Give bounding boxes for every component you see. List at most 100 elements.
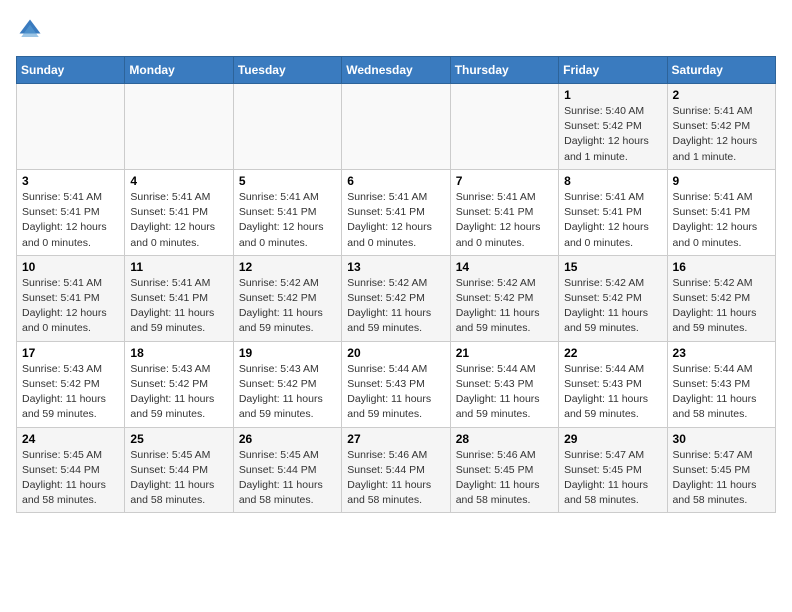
day-info: Sunrise: 5:47 AM Sunset: 5:45 PM Dayligh… <box>564 449 648 507</box>
day-number: 13 <box>347 260 444 274</box>
day-info: Sunrise: 5:43 AM Sunset: 5:42 PM Dayligh… <box>239 363 323 421</box>
col-header-monday: Monday <box>125 57 233 84</box>
calendar-cell: 27 Sunrise: 5:46 AM Sunset: 5:44 PM Dayli… <box>342 427 450 513</box>
day-number: 22 <box>564 346 661 360</box>
calendar-cell: 2Sunrise: 5:41 AM Sunset: 5:42 PM Daylig… <box>667 84 775 170</box>
day-number: 18 <box>130 346 227 360</box>
day-info: Sunrise: 5:41 AM Sunset: 5:41 PM Dayligh… <box>130 191 215 249</box>
calendar-cell: 17 Sunrise: 5:43 AM Sunset: 5:42 PM Dayli… <box>17 341 125 427</box>
calendar-cell: 25 Sunrise: 5:45 AM Sunset: 5:44 PM Dayli… <box>125 427 233 513</box>
calendar-cell: 11 Sunrise: 5:41 AM Sunset: 5:41 PM Dayli… <box>125 255 233 341</box>
calendar-cell: 19Sunrise: 5:43 AM Sunset: 5:42 PM Dayli… <box>233 341 341 427</box>
day-info: Sunrise: 5:45 AM Sunset: 5:44 PM Dayligh… <box>22 449 106 507</box>
calendar-cell: 13 Sunrise: 5:42 AM Sunset: 5:42 PM Dayli… <box>342 255 450 341</box>
day-info: Sunrise: 5:44 AM Sunset: 5:43 PM Dayligh… <box>347 363 431 421</box>
day-number: 3 <box>22 174 119 188</box>
calendar-week-row: 10 Sunrise: 5:41 AM Sunset: 5:41 PM Dayli… <box>17 255 776 341</box>
calendar-cell: 18 Sunrise: 5:43 AM Sunset: 5:42 PM Dayli… <box>125 341 233 427</box>
calendar-cell: 3 Sunrise: 5:41 AM Sunset: 5:41 PM Daylig… <box>17 169 125 255</box>
day-info: Sunrise: 5:42 AM Sunset: 5:42 PM Dayligh… <box>673 277 757 335</box>
day-info: Sunrise: 5:41 AM Sunset: 5:41 PM Dayligh… <box>130 277 214 335</box>
day-info: Sunrise: 5:45 AM Sunset: 5:44 PM Dayligh… <box>130 449 214 507</box>
day-number: 29 <box>564 432 661 446</box>
day-info: Sunrise: 5:41 AM Sunset: 5:41 PM Dayligh… <box>347 191 432 249</box>
day-number: 17 <box>22 346 119 360</box>
calendar-header-row: SundayMondayTuesdayWednesdayThursdayFrid… <box>17 57 776 84</box>
calendar-cell <box>450 84 558 170</box>
day-number: 21 <box>456 346 553 360</box>
day-info: Sunrise: 5:41 AM Sunset: 5:41 PM Dayligh… <box>456 191 541 249</box>
calendar-cell: 30Sunrise: 5:47 AM Sunset: 5:45 PM Dayli… <box>667 427 775 513</box>
day-number: 7 <box>456 174 553 188</box>
day-number: 9 <box>673 174 770 188</box>
logo-icon <box>16 16 44 44</box>
day-info: Sunrise: 5:41 AM Sunset: 5:41 PM Dayligh… <box>22 191 107 249</box>
day-number: 10 <box>22 260 119 274</box>
day-info: Sunrise: 5:43 AM Sunset: 5:42 PM Dayligh… <box>22 363 106 421</box>
calendar-cell <box>233 84 341 170</box>
calendar-week-row: 17 Sunrise: 5:43 AM Sunset: 5:42 PM Dayli… <box>17 341 776 427</box>
day-number: 2 <box>673 88 770 102</box>
calendar-week-row: 3 Sunrise: 5:41 AM Sunset: 5:41 PM Daylig… <box>17 169 776 255</box>
calendar-cell: 23Sunrise: 5:44 AM Sunset: 5:43 PM Dayli… <box>667 341 775 427</box>
calendar-week-row: 1Sunrise: 5:40 AM Sunset: 5:42 PM Daylig… <box>17 84 776 170</box>
calendar-cell: 5Sunrise: 5:41 AM Sunset: 5:41 PM Daylig… <box>233 169 341 255</box>
calendar-cell: 10Sunrise: 5:41 AM Sunset: 5:41 PM Dayli… <box>17 255 125 341</box>
day-number: 15 <box>564 260 661 274</box>
day-info: Sunrise: 5:44 AM Sunset: 5:43 PM Dayligh… <box>456 363 540 421</box>
calendar-cell: 28 Sunrise: 5:46 AM Sunset: 5:45 PM Dayli… <box>450 427 558 513</box>
col-header-thursday: Thursday <box>450 57 558 84</box>
day-number: 23 <box>673 346 770 360</box>
day-number: 4 <box>130 174 227 188</box>
calendar-cell: 6 Sunrise: 5:41 AM Sunset: 5:41 PM Daylig… <box>342 169 450 255</box>
day-info: Sunrise: 5:42 AM Sunset: 5:42 PM Dayligh… <box>239 277 323 335</box>
day-number: 6 <box>347 174 444 188</box>
calendar-cell: 4 Sunrise: 5:41 AM Sunset: 5:41 PM Daylig… <box>125 169 233 255</box>
day-info: Sunrise: 5:46 AM Sunset: 5:45 PM Dayligh… <box>456 449 540 507</box>
day-info: Sunrise: 5:42 AM Sunset: 5:42 PM Dayligh… <box>564 277 648 335</box>
calendar-cell: 16 Sunrise: 5:42 AM Sunset: 5:42 PM Dayli… <box>667 255 775 341</box>
day-number: 14 <box>456 260 553 274</box>
day-info: Sunrise: 5:42 AM Sunset: 5:42 PM Dayligh… <box>347 277 431 335</box>
calendar-cell <box>17 84 125 170</box>
day-number: 27 <box>347 432 444 446</box>
day-info: Sunrise: 5:41 AM Sunset: 5:41 PM Dayligh… <box>564 191 649 249</box>
day-number: 8 <box>564 174 661 188</box>
logo <box>16 16 48 44</box>
calendar-week-row: 24 Sunrise: 5:45 AM Sunset: 5:44 PM Dayli… <box>17 427 776 513</box>
day-info: Sunrise: 5:46 AM Sunset: 5:44 PM Dayligh… <box>347 449 431 507</box>
calendar-cell: 15 Sunrise: 5:42 AM Sunset: 5:42 PM Dayli… <box>559 255 667 341</box>
day-number: 30 <box>673 432 770 446</box>
col-header-friday: Friday <box>559 57 667 84</box>
col-header-tuesday: Tuesday <box>233 57 341 84</box>
col-header-saturday: Saturday <box>667 57 775 84</box>
calendar-cell: 1Sunrise: 5:40 AM Sunset: 5:42 PM Daylig… <box>559 84 667 170</box>
day-number: 24 <box>22 432 119 446</box>
calendar-cell: 9 Sunrise: 5:41 AM Sunset: 5:41 PM Daylig… <box>667 169 775 255</box>
col-header-sunday: Sunday <box>17 57 125 84</box>
page-header <box>16 16 776 44</box>
calendar-cell <box>342 84 450 170</box>
day-info: Sunrise: 5:43 AM Sunset: 5:42 PM Dayligh… <box>130 363 214 421</box>
calendar-cell: 20 Sunrise: 5:44 AM Sunset: 5:43 PM Dayli… <box>342 341 450 427</box>
day-number: 12 <box>239 260 336 274</box>
calendar-cell <box>125 84 233 170</box>
day-info: Sunrise: 5:40 AM Sunset: 5:42 PM Dayligh… <box>564 105 649 163</box>
calendar-cell: 29 Sunrise: 5:47 AM Sunset: 5:45 PM Dayli… <box>559 427 667 513</box>
day-info: Sunrise: 5:41 AM Sunset: 5:41 PM Dayligh… <box>673 191 758 249</box>
day-number: 25 <box>130 432 227 446</box>
day-number: 26 <box>239 432 336 446</box>
calendar-cell: 12 Sunrise: 5:42 AM Sunset: 5:42 PM Dayli… <box>233 255 341 341</box>
day-info: Sunrise: 5:45 AM Sunset: 5:44 PM Dayligh… <box>239 449 323 507</box>
calendar-cell: 7 Sunrise: 5:41 AM Sunset: 5:41 PM Daylig… <box>450 169 558 255</box>
day-number: 11 <box>130 260 227 274</box>
calendar-table: SundayMondayTuesdayWednesdayThursdayFrid… <box>16 56 776 513</box>
calendar-cell: 8 Sunrise: 5:41 AM Sunset: 5:41 PM Daylig… <box>559 169 667 255</box>
day-number: 5 <box>239 174 336 188</box>
col-header-wednesday: Wednesday <box>342 57 450 84</box>
day-number: 20 <box>347 346 444 360</box>
day-number: 16 <box>673 260 770 274</box>
calendar-cell: 26 Sunrise: 5:45 AM Sunset: 5:44 PM Dayli… <box>233 427 341 513</box>
calendar-cell: 21 Sunrise: 5:44 AM Sunset: 5:43 PM Dayli… <box>450 341 558 427</box>
day-number: 28 <box>456 432 553 446</box>
